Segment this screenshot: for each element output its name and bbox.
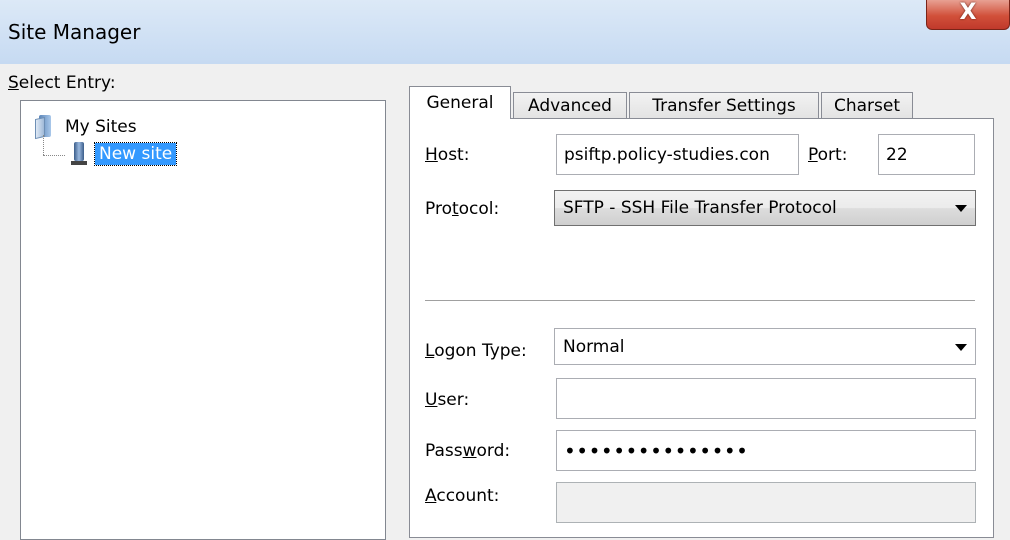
- chevron-down-icon: [955, 205, 967, 212]
- server-icon: [71, 142, 87, 166]
- window-title: Site Manager: [8, 20, 141, 44]
- close-icon: X: [959, 0, 977, 25]
- tab-transfer-settings[interactable]: Transfer Settings: [629, 92, 819, 118]
- password-input[interactable]: •••••••••••••••: [556, 430, 976, 471]
- tree-item-my-sites[interactable]: My Sites: [35, 115, 137, 140]
- chevron-down-icon: [955, 343, 967, 351]
- logon-type-select[interactable]: Normal: [554, 328, 976, 365]
- account-input: [556, 482, 976, 523]
- title-bar: Site Manager X: [0, 0, 1010, 64]
- account-label: Account:: [425, 486, 500, 506]
- tree-connector: [41, 135, 67, 167]
- password-label: Password:: [425, 441, 511, 461]
- tab-advanced[interactable]: Advanced: [513, 92, 627, 118]
- tree-item-new-site[interactable]: New site: [41, 135, 178, 167]
- tab-charset[interactable]: Charset: [821, 92, 913, 118]
- protocol-value: SFTP - SSH File Transfer Protocol: [563, 198, 837, 218]
- select-entry-label: Select Entry:: [8, 73, 116, 93]
- user-input[interactable]: [556, 378, 976, 419]
- protocol-select[interactable]: SFTP - SSH File Transfer Protocol: [554, 190, 976, 226]
- close-button[interactable]: X: [926, 0, 1010, 30]
- separator: [425, 300, 975, 302]
- tab-general[interactable]: General: [409, 86, 511, 119]
- folder-icon: [35, 115, 57, 140]
- port-input[interactable]: 22: [878, 134, 975, 175]
- host-label: Host:: [425, 145, 470, 165]
- host-input[interactable]: psiftp.policy-studies.con: [556, 134, 799, 175]
- tree-item-label: New site: [93, 142, 178, 166]
- port-label: Port:: [808, 145, 848, 165]
- logon-type-value: Normal: [563, 336, 625, 357]
- user-label: User:: [425, 390, 470, 410]
- logon-type-label: Logon Type:: [425, 341, 527, 361]
- tree-item-label: My Sites: [65, 117, 137, 137]
- protocol-label: Protocol:: [425, 199, 500, 219]
- site-tree[interactable]: My Sites New site: [20, 100, 386, 540]
